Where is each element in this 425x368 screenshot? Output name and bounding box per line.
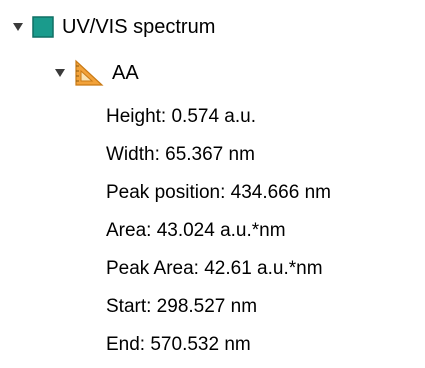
tree-node-aa[interactable]: AA bbox=[54, 58, 139, 88]
expand-triangle-icon[interactable] bbox=[12, 21, 24, 33]
property-width: Width: 65.367 nm bbox=[106, 144, 255, 165]
teal-square-icon bbox=[32, 16, 54, 38]
property-peak-position: Peak position: 434.666 nm bbox=[106, 182, 331, 203]
expand-triangle-icon[interactable] bbox=[54, 67, 66, 79]
tree-node-label: AA bbox=[112, 62, 139, 84]
property-peak-area: Peak Area: 42.61 a.u.*nm bbox=[106, 258, 323, 279]
property-area: Area: 43.024 a.u.*nm bbox=[106, 220, 286, 241]
property-start: Start: 298.527 nm bbox=[106, 296, 258, 317]
tree-node-label: UV/VIS spectrum bbox=[62, 16, 216, 38]
tree-node-uvvis-spectrum[interactable]: UV/VIS spectrum bbox=[12, 12, 215, 42]
set-square-ruler-icon bbox=[74, 59, 104, 87]
property-height: Height: 0.574 a.u. bbox=[106, 106, 256, 127]
property-end: End: 570.532 nm bbox=[106, 334, 251, 355]
tree-view: UV/VIS spectrum AA Height: 0.574 a.u. Wi… bbox=[0, 0, 425, 368]
